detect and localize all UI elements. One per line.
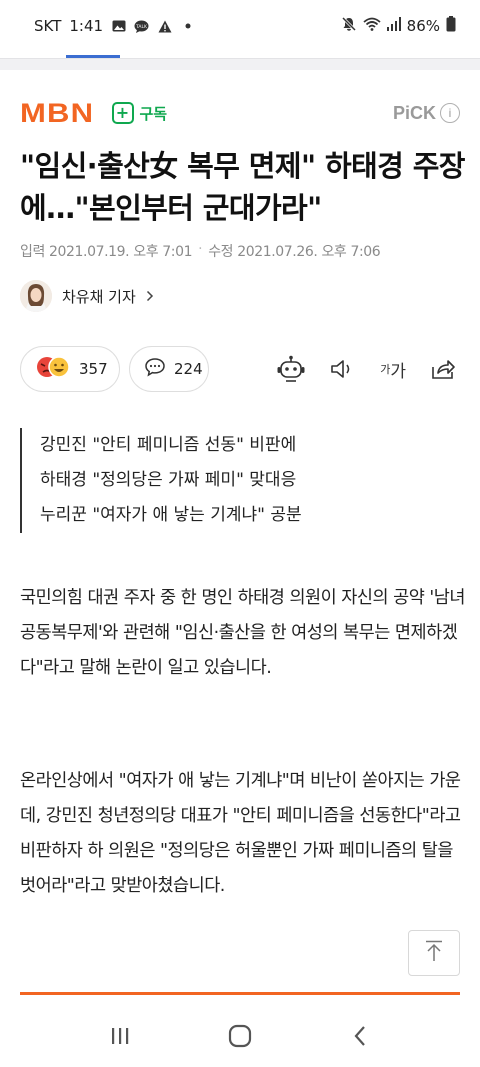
summary-line: 하태경 "정의당은 가짜 페미" 맞대응	[40, 470, 297, 490]
reaction-count: 357	[79, 360, 108, 378]
status-left: SKT 1:41 TALK	[34, 17, 195, 35]
summary-line: 강민진 "안티 페미니즘 선동" 비판에	[40, 435, 297, 455]
wifi-icon	[363, 17, 381, 35]
plus-icon: +	[111, 102, 134, 124]
article-headline: "임신·출산女 복무 면제" 하태경 주장에…"본인부터 군대가라"	[20, 149, 465, 225]
speaker-icon[interactable]	[330, 358, 356, 380]
status-right: 86%	[341, 16, 456, 36]
chevron-right-icon	[146, 287, 154, 306]
info-icon[interactable]: i	[440, 103, 460, 123]
recent-apps-icon[interactable]	[100, 1016, 140, 1056]
article-tools: 가가	[276, 355, 460, 383]
updated-date: 수정 2021.07.26. 오후 7:06	[208, 244, 381, 260]
date-separator: ·	[198, 241, 203, 257]
font-size-icon[interactable]: 가가	[380, 357, 406, 382]
share-icon[interactable]	[430, 358, 456, 380]
battery-icon	[446, 16, 456, 36]
home-icon[interactable]	[220, 1016, 260, 1056]
robot-summary-icon[interactable]	[276, 355, 306, 383]
summary-line: 누리꾼 "여자가 애 낳는 기계냐" 공분	[40, 505, 302, 525]
mute-icon	[341, 16, 357, 36]
scroll-to-top-button[interactable]	[408, 930, 460, 976]
comment-button[interactable]: 224	[129, 346, 209, 392]
reporter-link[interactable]: 차유채 기자	[20, 280, 154, 312]
action-row: 357 224 가가	[20, 346, 460, 392]
article-paragraph: 온라인상에서 "여자가 애 낳는 기계냐"며 비난이 쏟아지는 가운데, 강민진…	[20, 771, 461, 896]
section-divider	[20, 992, 460, 995]
subscribe-label: 구독	[139, 104, 168, 123]
article-paragraph: 국민의힘 대권 주자 중 한 명인 하태경 의원이 자신의 공약 '남녀공동복무…	[20, 588, 465, 678]
carrier-label: SKT	[34, 17, 62, 35]
reaction-emoji-icon	[35, 355, 71, 383]
gallery-icon	[111, 20, 126, 33]
published-date: 입력 2021.07.19. 오후 7:01	[20, 244, 193, 260]
back-icon[interactable]	[340, 1016, 380, 1056]
svg-text:TALK: TALK	[135, 24, 148, 30]
pick-badge[interactable]: PiCK i	[393, 103, 460, 124]
pick-label: PiCK	[392, 102, 436, 123]
reaction-button[interactable]: 357	[20, 346, 120, 392]
font-small-label: 가	[380, 363, 391, 376]
reporter-avatar	[20, 280, 52, 312]
warning-icon	[157, 20, 172, 33]
status-bar: SKT 1:41 TALK 86%	[0, 0, 480, 52]
arrow-up-icon	[425, 940, 443, 966]
article-dates: 입력 2021.07.19. 오후 7:01 · 수정 2021.07.26. …	[20, 241, 381, 261]
comment-icon	[144, 357, 166, 381]
battery-text: 86%	[406, 17, 440, 35]
font-large-label: 가	[390, 361, 406, 382]
dot-icon	[180, 20, 195, 33]
clock: 1:41	[69, 17, 104, 35]
signal-icon	[386, 17, 401, 35]
article-summary: 강민진 "안티 페미니즘 선동" 비판에 하태경 "정의당은 가짜 페미" 맞대…	[20, 428, 460, 533]
talk-icon: TALK	[134, 20, 149, 33]
header-divider	[0, 58, 480, 70]
comment-count: 224	[174, 360, 203, 378]
subscribe-button[interactable]: + 구독	[111, 102, 168, 124]
reporter-name: 차유채 기자	[62, 287, 136, 306]
system-nav-bar	[0, 1005, 480, 1067]
publisher-logo[interactable]: MBN	[20, 98, 94, 129]
publisher-row: MBN + 구독 PiCK i	[20, 96, 460, 130]
